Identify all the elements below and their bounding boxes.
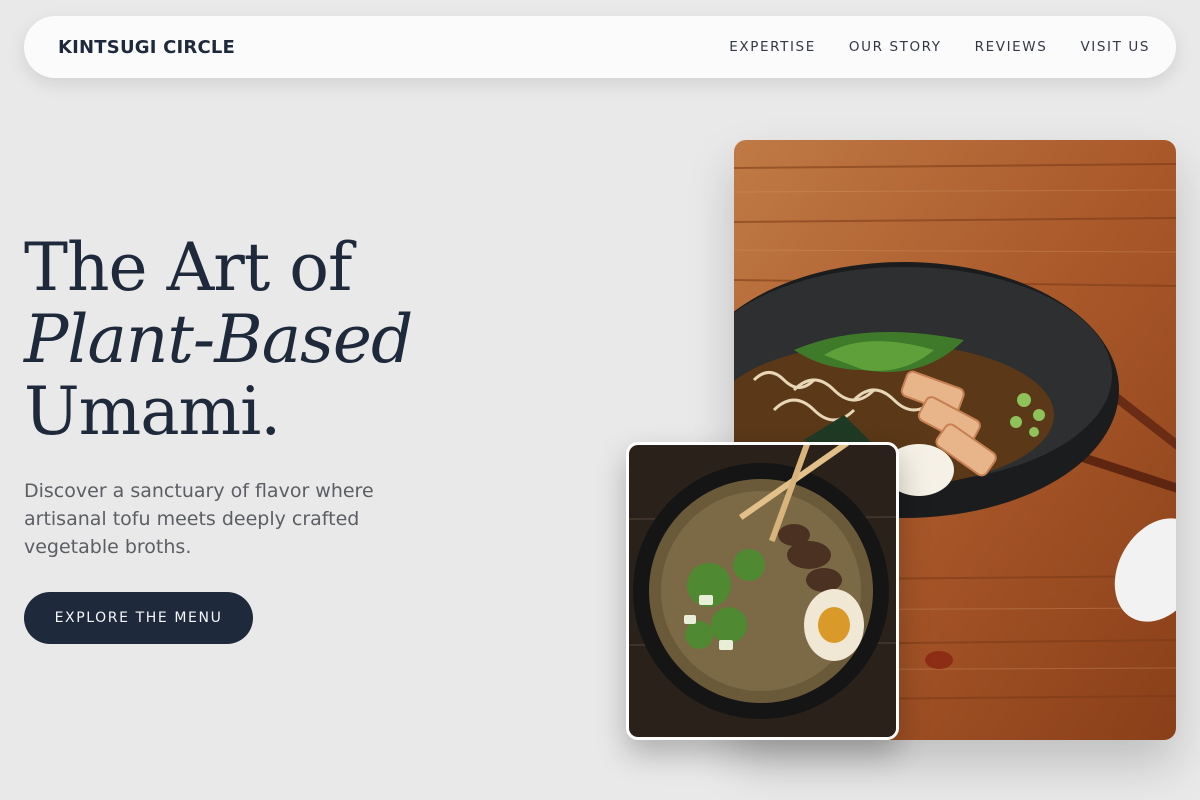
hero-title-line-1: The Art of (24, 229, 352, 306)
nav-link-expertise[interactable]: EXPERTISE (729, 39, 816, 55)
hero-title: The Art of Plant-Based Umami. (24, 229, 413, 450)
nav-links: EXPERTISE OUR STORY REVIEWS VISIT US (729, 39, 1150, 55)
nav-link-visit-us[interactable]: VISIT US (1080, 39, 1150, 55)
nav-link-our-story[interactable]: OUR STORY (849, 39, 942, 55)
navbar: KINTSUGI CIRCLE EXPERTISE OUR STORY REVI… (24, 16, 1176, 78)
explore-menu-button[interactable]: EXPLORE THE MENU (24, 592, 253, 644)
hero-subtitle: Discover a sanctuary of flavor where art… (24, 480, 374, 558)
hero-title-line-2: Plant-Based (24, 301, 413, 378)
nav-link-reviews[interactable]: REVIEWS (975, 39, 1048, 55)
dark-ramen-bowl-photo (626, 442, 899, 740)
brand-logo[interactable]: KINTSUGI CIRCLE (58, 37, 235, 58)
dark-ramen-illustration (629, 445, 896, 737)
hero-title-line-3: Umami. (24, 373, 281, 450)
